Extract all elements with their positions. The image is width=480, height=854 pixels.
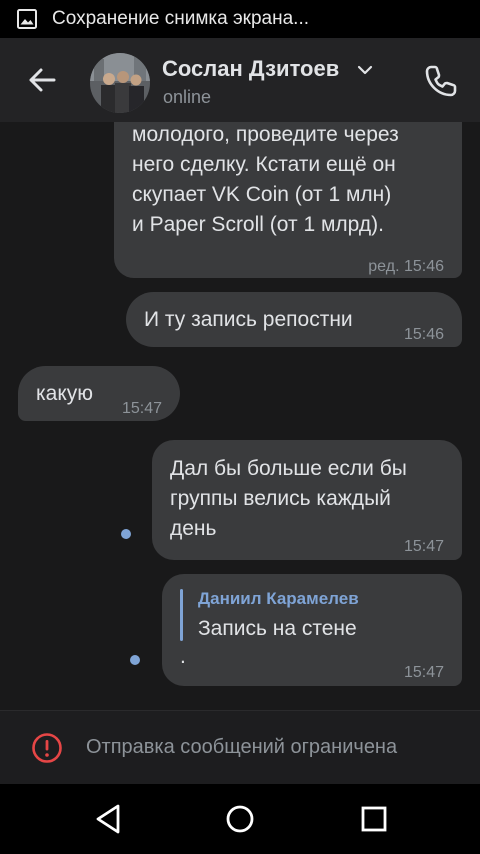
message-bubble-incoming[interactable]: какую 15:47: [18, 366, 180, 421]
message-text: какую: [36, 382, 94, 405]
unread-indicator: [121, 529, 131, 539]
message-text: .: [180, 645, 186, 668]
warning-icon: [32, 733, 62, 763]
avatar[interactable]: [90, 53, 150, 113]
message-list[interactable]: молодого, проведите через него сделку. К…: [0, 122, 480, 710]
reply-text[interactable]: Запись на стене: [198, 614, 357, 644]
status-notification-text: Сохранение снимка экрана...: [52, 8, 310, 29]
message-time: 15:47: [121, 400, 162, 417]
image-icon: [17, 9, 37, 29]
message-time: 15:47: [403, 538, 444, 555]
message-time: 15:46: [403, 326, 444, 343]
back-arrow-icon[interactable]: [24, 62, 60, 98]
message-bubble-outgoing[interactable]: И ту запись репостни 15:46: [126, 292, 462, 347]
contact-name[interactable]: Сослан Дзитоев: [162, 56, 339, 82]
message-bubble-outgoing[interactable]: Даниил Карамелев Запись на стене . 15:47: [162, 574, 462, 686]
avatar-photo: [90, 53, 150, 113]
message-text: молодого, проведите через него сделку. К…: [132, 123, 399, 236]
composer-restricted-banner: Отправка сообщений ограничена: [0, 710, 480, 785]
phone-icon[interactable]: [421, 61, 461, 101]
nav-back-icon[interactable]: [92, 801, 124, 837]
message-bubble-outgoing[interactable]: молодого, проведите через него сделку. К…: [114, 122, 462, 278]
unread-indicator: [130, 655, 140, 665]
message-time: ред. 15:46: [368, 258, 444, 275]
reply-author[interactable]: Даниил Карамелев: [198, 588, 359, 610]
restricted-message-text: Отправка сообщений ограничена: [86, 736, 398, 758]
contact-status: online: [163, 87, 212, 107]
message-text: И ту запись репостни: [144, 308, 353, 331]
status-bar: Сохранение снимка экрана...: [0, 0, 480, 38]
chat-header: Сослан Дзитоев online: [0, 38, 480, 122]
reply-quote-bar: [180, 589, 183, 641]
nav-home-icon[interactable]: [222, 801, 258, 837]
message-text: Дал бы больше если бы группы велись кажд…: [170, 457, 407, 540]
message-bubble-outgoing[interactable]: Дал бы больше если бы группы велись кажд…: [152, 440, 462, 560]
chevron-down-icon[interactable]: [356, 64, 374, 76]
nav-recents-icon[interactable]: [356, 801, 392, 837]
system-nav-bar: [0, 784, 480, 854]
message-time: 15:47: [403, 664, 444, 681]
